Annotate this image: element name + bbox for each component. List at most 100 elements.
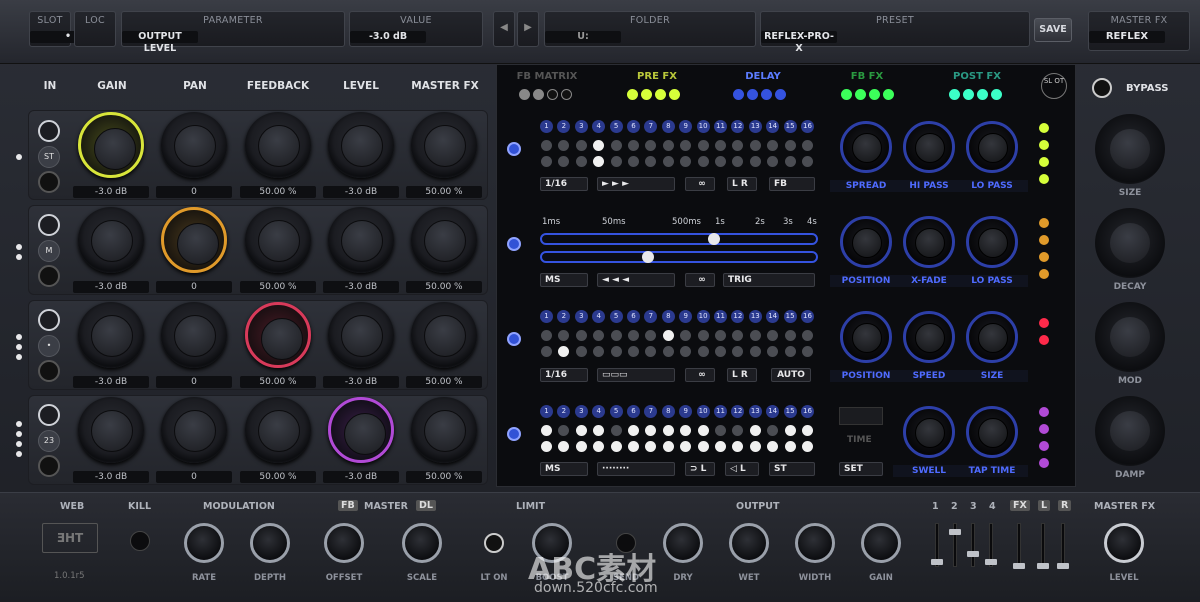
step-pad[interactable] [732, 441, 744, 452]
step-pad[interactable] [645, 425, 657, 436]
step-number[interactable]: 10 [696, 405, 710, 418]
folder-field[interactable]: FOLDER U: [544, 11, 756, 47]
fader-track[interactable] [1061, 523, 1065, 567]
slider-thumb[interactable] [708, 233, 720, 245]
pan-knob[interactable] [161, 397, 227, 463]
step-pad[interactable] [645, 441, 657, 452]
step-pad[interactable] [628, 441, 639, 452]
slot-button[interactable]: 23 [38, 430, 60, 452]
step-pad[interactable] [662, 441, 674, 452]
step-pad[interactable] [558, 346, 570, 357]
speaker-l-toggle[interactable]: ◁ L [725, 462, 759, 476]
time-slider-2[interactable] [540, 251, 818, 263]
step-pad[interactable] [628, 140, 639, 151]
step-pad[interactable] [715, 140, 726, 151]
step-pad[interactable] [610, 425, 622, 436]
step-pad[interactable] [732, 346, 744, 357]
gain-knob[interactable] [78, 302, 144, 368]
step-pad[interactable] [697, 140, 709, 151]
st-toggle[interactable]: ST [769, 462, 815, 476]
input-toggle[interactable] [38, 214, 60, 236]
lr-toggle[interactable]: L R [727, 177, 757, 191]
step-pad[interactable] [541, 156, 552, 167]
lopass-knob[interactable] [966, 121, 1018, 173]
step-number[interactable]: 7 [644, 310, 658, 323]
parameter-field[interactable]: PARAMETER OUTPUT LEVEL [121, 11, 345, 54]
step-number[interactable]: 11 [714, 310, 727, 323]
time-slider-1[interactable] [540, 233, 818, 245]
step-pad[interactable] [732, 425, 744, 436]
step-pad[interactable] [715, 346, 726, 357]
lt-on-toggle[interactable] [484, 533, 504, 553]
step-number[interactable]: 11 [714, 405, 727, 418]
step-pad[interactable] [680, 425, 692, 436]
step-pad[interactable] [767, 346, 779, 357]
step-number[interactable]: 16 [801, 310, 814, 323]
step-number[interactable]: 3 [574, 310, 588, 323]
step-pad[interactable] [541, 425, 552, 436]
link-icon[interactable]: ∞ [685, 177, 715, 191]
step-pad[interactable] [784, 330, 796, 341]
step-number[interactable]: 3 [574, 120, 588, 133]
step-number[interactable]: 1 [540, 310, 553, 323]
step-pad[interactable] [593, 330, 605, 341]
tab-delay[interactable]: DELAY [723, 71, 803, 85]
step-pad[interactable] [575, 156, 587, 167]
step-pad[interactable] [662, 346, 674, 357]
prev-preset-button[interactable]: ◀ [493, 11, 515, 47]
step-pad[interactable] [767, 330, 779, 341]
unit-select[interactable]: MS [540, 273, 588, 287]
swell-knob[interactable] [903, 406, 955, 458]
step-pad[interactable] [802, 425, 813, 436]
step-pad[interactable] [662, 140, 674, 151]
slot-toggle-button[interactable]: SL OT [1041, 73, 1067, 99]
bypass-toggle[interactable] [1092, 78, 1112, 98]
gain-knob[interactable] [78, 207, 144, 273]
slot-button[interactable]: M [38, 240, 60, 262]
pattern-select[interactable]: ········ [597, 462, 675, 476]
step-number[interactable]: 12 [731, 405, 745, 418]
step-pad[interactable] [628, 330, 639, 341]
auto-button[interactable]: AUTO [771, 368, 811, 382]
step-number[interactable]: 15 [783, 120, 797, 133]
step-pad[interactable] [697, 330, 709, 341]
masterfx-knob[interactable] [411, 302, 477, 368]
step-number[interactable]: 5 [609, 405, 623, 418]
step-pad[interactable] [610, 346, 622, 357]
step-pad[interactable] [558, 156, 570, 167]
input-toggle[interactable] [38, 309, 60, 331]
input-toggle[interactable] [38, 120, 60, 142]
step-number[interactable]: 14 [766, 405, 780, 418]
step-pad[interactable] [575, 346, 587, 357]
step-pad[interactable] [645, 346, 657, 357]
pan-knob[interactable] [161, 207, 227, 273]
step-number[interactable]: 2 [557, 120, 571, 133]
link-icon[interactable]: ∞ [685, 273, 715, 287]
scale-knob[interactable] [402, 523, 442, 563]
step-number[interactable]: 6 [627, 310, 640, 323]
step-pad[interactable] [558, 330, 570, 341]
step-number[interactable]: 4 [592, 120, 606, 133]
step-pad[interactable] [715, 156, 726, 167]
input-toggle[interactable] [38, 404, 60, 426]
row-select-1[interactable] [507, 142, 521, 156]
save-button[interactable]: SAVE [1034, 18, 1072, 42]
step-pad[interactable] [697, 441, 709, 452]
step-number[interactable]: 15 [783, 405, 797, 418]
mod-knob[interactable] [1095, 302, 1165, 372]
step-pad[interactable] [593, 346, 605, 357]
fader-cap[interactable] [1013, 563, 1025, 569]
next-preset-button[interactable]: ▶ [517, 11, 539, 47]
step-pad[interactable] [749, 441, 761, 452]
wet-knob[interactable] [729, 523, 769, 563]
fb-toggle[interactable]: FB [769, 177, 815, 191]
loc-field[interactable]: LOC [74, 11, 116, 47]
masterfx-knob[interactable] [411, 112, 477, 178]
fader-track[interactable] [1041, 523, 1045, 567]
feedback-knob[interactable] [245, 207, 311, 273]
step-number[interactable]: 2 [557, 405, 571, 418]
step-pad[interactable] [749, 140, 761, 151]
size-knob[interactable] [1095, 114, 1165, 184]
step-number[interactable]: 5 [609, 310, 623, 323]
step-pad[interactable] [697, 425, 709, 436]
